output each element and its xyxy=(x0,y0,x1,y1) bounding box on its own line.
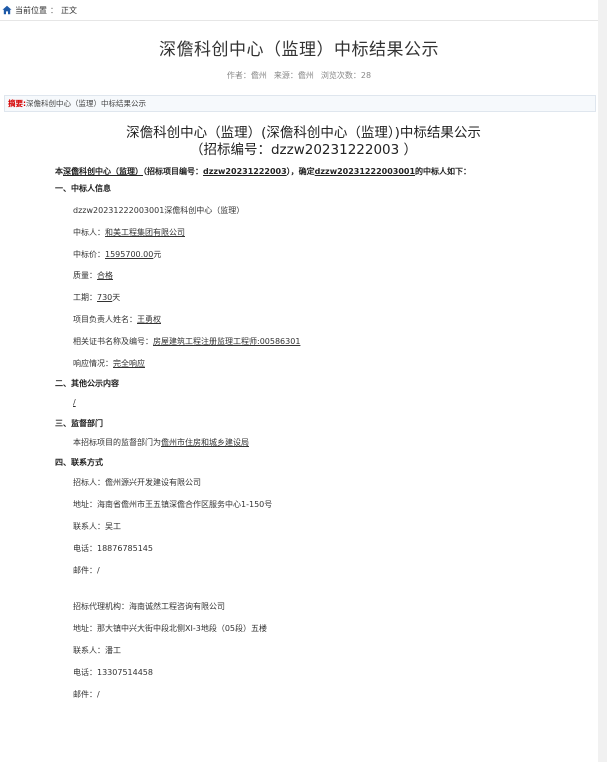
contact-person: 联系人：吴工 xyxy=(73,522,121,531)
summary-box: 摘要: 深儋科创中心（监理）中标结果公示 xyxy=(4,95,596,112)
intro-text: （招标项目编号： xyxy=(143,167,203,176)
intro-text: 的中标人如下： xyxy=(415,167,472,176)
winner-cert-value: 房屋建筑工程注册监理工程师:00586301 xyxy=(153,337,301,346)
winner-quality-value: 合格 xyxy=(97,271,113,280)
meta-views: 浏览次数：28 xyxy=(320,71,372,80)
winner-bidder-value: 和美工程集团有限公司 xyxy=(105,228,185,237)
winner-quality-row: 质量：合格 xyxy=(73,270,113,281)
supervision-dept: 儋州市住房和城乡建设局 xyxy=(161,438,249,447)
intro-lot-code: dzzw20231222003001 xyxy=(314,167,416,176)
intro-paragraph: 本深儋科创中心（监理）（招标项目编号：dzzw20231222003），确定dz… xyxy=(55,166,595,177)
document-title-line1: 深儋科创中心（监理）(深儋科创中心（监理）)中标结果公示 xyxy=(126,125,481,141)
field-label: 工期： xyxy=(73,293,97,302)
contact-agency-email: 邮件：/ xyxy=(73,690,100,699)
scrollbar[interactable] xyxy=(598,0,607,762)
field-label: 响应情况： xyxy=(73,359,113,368)
field-label: 相关证书名称及编号： xyxy=(73,337,153,346)
winner-price-row: 中标价：1595700.00元 xyxy=(73,249,161,260)
contact-address: 地址：海南省儋州市王五镇深儋合作区服务中心1-150号 xyxy=(73,500,273,509)
period-unit: 天 xyxy=(112,293,121,302)
breadcrumb-label: 当前位置 xyxy=(15,5,47,15)
contact-email: 邮件：/ xyxy=(73,566,100,575)
winner-manager-row: 项目负责人姓名：王勇权 xyxy=(73,314,161,325)
document-title-line2: （招标编号：dzzw20231222003 ） xyxy=(189,142,418,158)
supervision-text: 本招标项目的监督部门为儋州市住房和城乡建设局 xyxy=(73,437,249,448)
section-heading-other: 二、其他公示内容 xyxy=(55,379,119,388)
summary-label: 摘要: xyxy=(8,99,26,108)
other-content: / xyxy=(73,398,76,407)
meta-author: 作者：儋州 xyxy=(226,71,267,80)
contact-agency-address: 地址：那大镇中兴大街中段北侧XI-3地段（05段）五楼 xyxy=(73,624,267,633)
winner-price-value: 1595700.00 xyxy=(105,250,154,259)
contact-tenderer: 招标人：儋州源兴开发建设有限公司 xyxy=(73,478,201,487)
winner-period-value: 730 xyxy=(97,293,113,302)
other-content-value: / xyxy=(73,398,76,407)
field-label: 中标人： xyxy=(73,228,105,237)
meta-source: 来源：儋州 xyxy=(273,71,314,80)
lot-name: dzzw20231222003001深儋科创中心（监理） xyxy=(73,206,245,215)
section-heading-supervision: 三、监督部门 xyxy=(55,419,103,428)
intro-text: 本 xyxy=(55,167,63,176)
contact-agency: 招标代理机构：海南诚然工程咨询有限公司 xyxy=(73,602,225,611)
intro-project-code: dzzw20231222003 xyxy=(203,167,287,176)
winner-manager-value: 王勇权 xyxy=(137,315,161,324)
supervision-label: 本招标项目的监督部门为 xyxy=(73,438,161,447)
winner-period-row: 工期：730天 xyxy=(73,292,120,303)
document-title: 深儋科创中心（监理）(深儋科创中心（监理）)中标结果公示 （招标编号：dzzw2… xyxy=(0,125,607,159)
intro-text: ），确定 xyxy=(286,167,315,176)
article-meta: 作者：儋州 来源：儋州 浏览次数：28 xyxy=(0,70,598,81)
winner-response-row: 响应情况：完全响应 xyxy=(73,358,145,369)
summary-text: 深儋科创中心（监理）中标结果公示 xyxy=(26,99,146,108)
price-unit: 元 xyxy=(153,250,162,259)
section-heading-winner: 一、中标人信息 xyxy=(55,184,111,193)
breadcrumb-current[interactable]: 正文 xyxy=(61,5,77,16)
field-label: 质量： xyxy=(73,271,97,280)
winner-bidder-row: 中标人：和美工程集团有限公司 xyxy=(73,227,185,238)
field-label: 中标价： xyxy=(73,250,105,259)
breadcrumb-separator: ： xyxy=(50,5,58,15)
breadcrumb: 当前位置：正文 xyxy=(0,0,598,21)
contact-agency-person: 联系人：潘工 xyxy=(73,646,121,655)
contact-agency-phone: 电话：13307514458 xyxy=(73,668,153,677)
page-title: 深儋科创中心（监理）中标结果公示 xyxy=(159,40,439,60)
intro-project-name: 深儋科创中心（监理） xyxy=(63,167,143,176)
field-label: 项目负责人姓名： xyxy=(73,315,137,324)
winner-cert-row: 相关证书名称及编号：房屋建筑工程注册监理工程师:00586301 xyxy=(73,336,300,347)
winner-response-value: 完全响应 xyxy=(113,359,145,368)
contact-phone: 电话：18876785145 xyxy=(73,544,153,553)
home-icon[interactable] xyxy=(2,5,12,15)
section-heading-contact: 四、联系方式 xyxy=(55,458,103,467)
